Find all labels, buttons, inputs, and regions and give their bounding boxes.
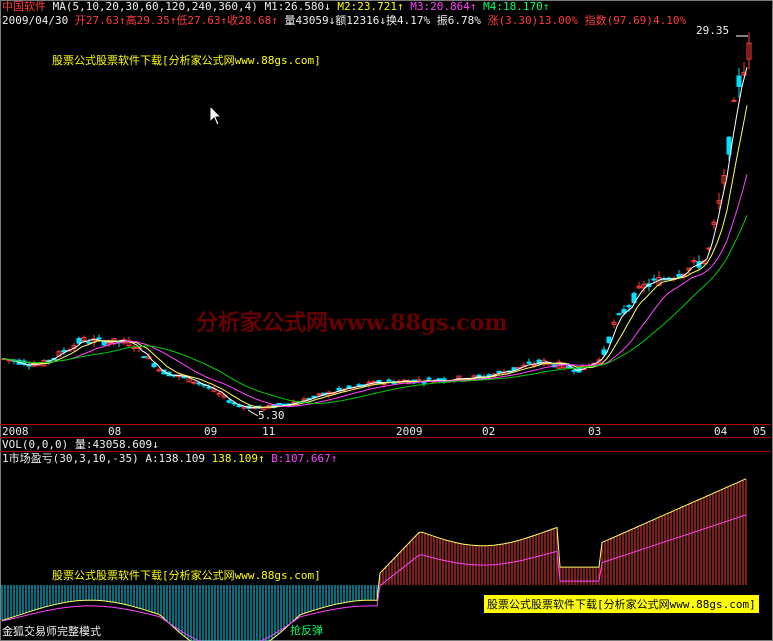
ma1-line — [1, 67, 748, 409]
candle-body — [336, 387, 342, 391]
candle-body — [486, 374, 492, 377]
candle-body — [496, 370, 502, 373]
candle-body — [316, 393, 322, 396]
min-marker — [247, 409, 259, 417]
candle-body — [76, 337, 82, 344]
candle-body — [191, 381, 197, 384]
candle-body — [96, 337, 102, 340]
candle-body — [571, 369, 577, 372]
candle-body — [731, 99, 737, 102]
indicator-ad-text: 股票公式股票软件下载[分析家公式网www.88gs.com] — [52, 569, 321, 582]
indicator-a-line — [1, 478, 747, 641]
candle-body — [386, 379, 392, 382]
signal-text: 抢反弹 — [290, 624, 323, 637]
candle-body — [616, 313, 622, 316]
candle-body — [131, 347, 137, 350]
candle-body — [531, 364, 537, 367]
candle-body — [346, 385, 352, 389]
candle-body — [606, 336, 612, 343]
chart-plot — [1, 32, 752, 641]
candle-body — [356, 384, 362, 387]
footer-banner[interactable]: 股票公式股票软件下载[分析家公式网www.88gs.com] — [484, 595, 759, 613]
candle-body — [651, 278, 657, 281]
candle-body — [291, 401, 297, 404]
ma3-line — [1, 174, 748, 407]
candle-body — [226, 400, 232, 403]
ma2-line — [1, 105, 748, 408]
candle-body — [626, 305, 632, 308]
candle-body — [526, 361, 532, 364]
candle-body — [86, 341, 92, 344]
candle-body — [276, 402, 282, 406]
candle-body — [736, 75, 742, 87]
candle-body — [236, 405, 242, 408]
candle-body — [151, 363, 157, 368]
candle-body — [141, 356, 147, 359]
candle-body — [476, 374, 482, 378]
candle-body — [426, 377, 432, 380]
ma4-line — [1, 215, 748, 404]
mode-text: 金狐交易师完整模式 — [2, 625, 101, 638]
candle-body — [181, 376, 187, 379]
